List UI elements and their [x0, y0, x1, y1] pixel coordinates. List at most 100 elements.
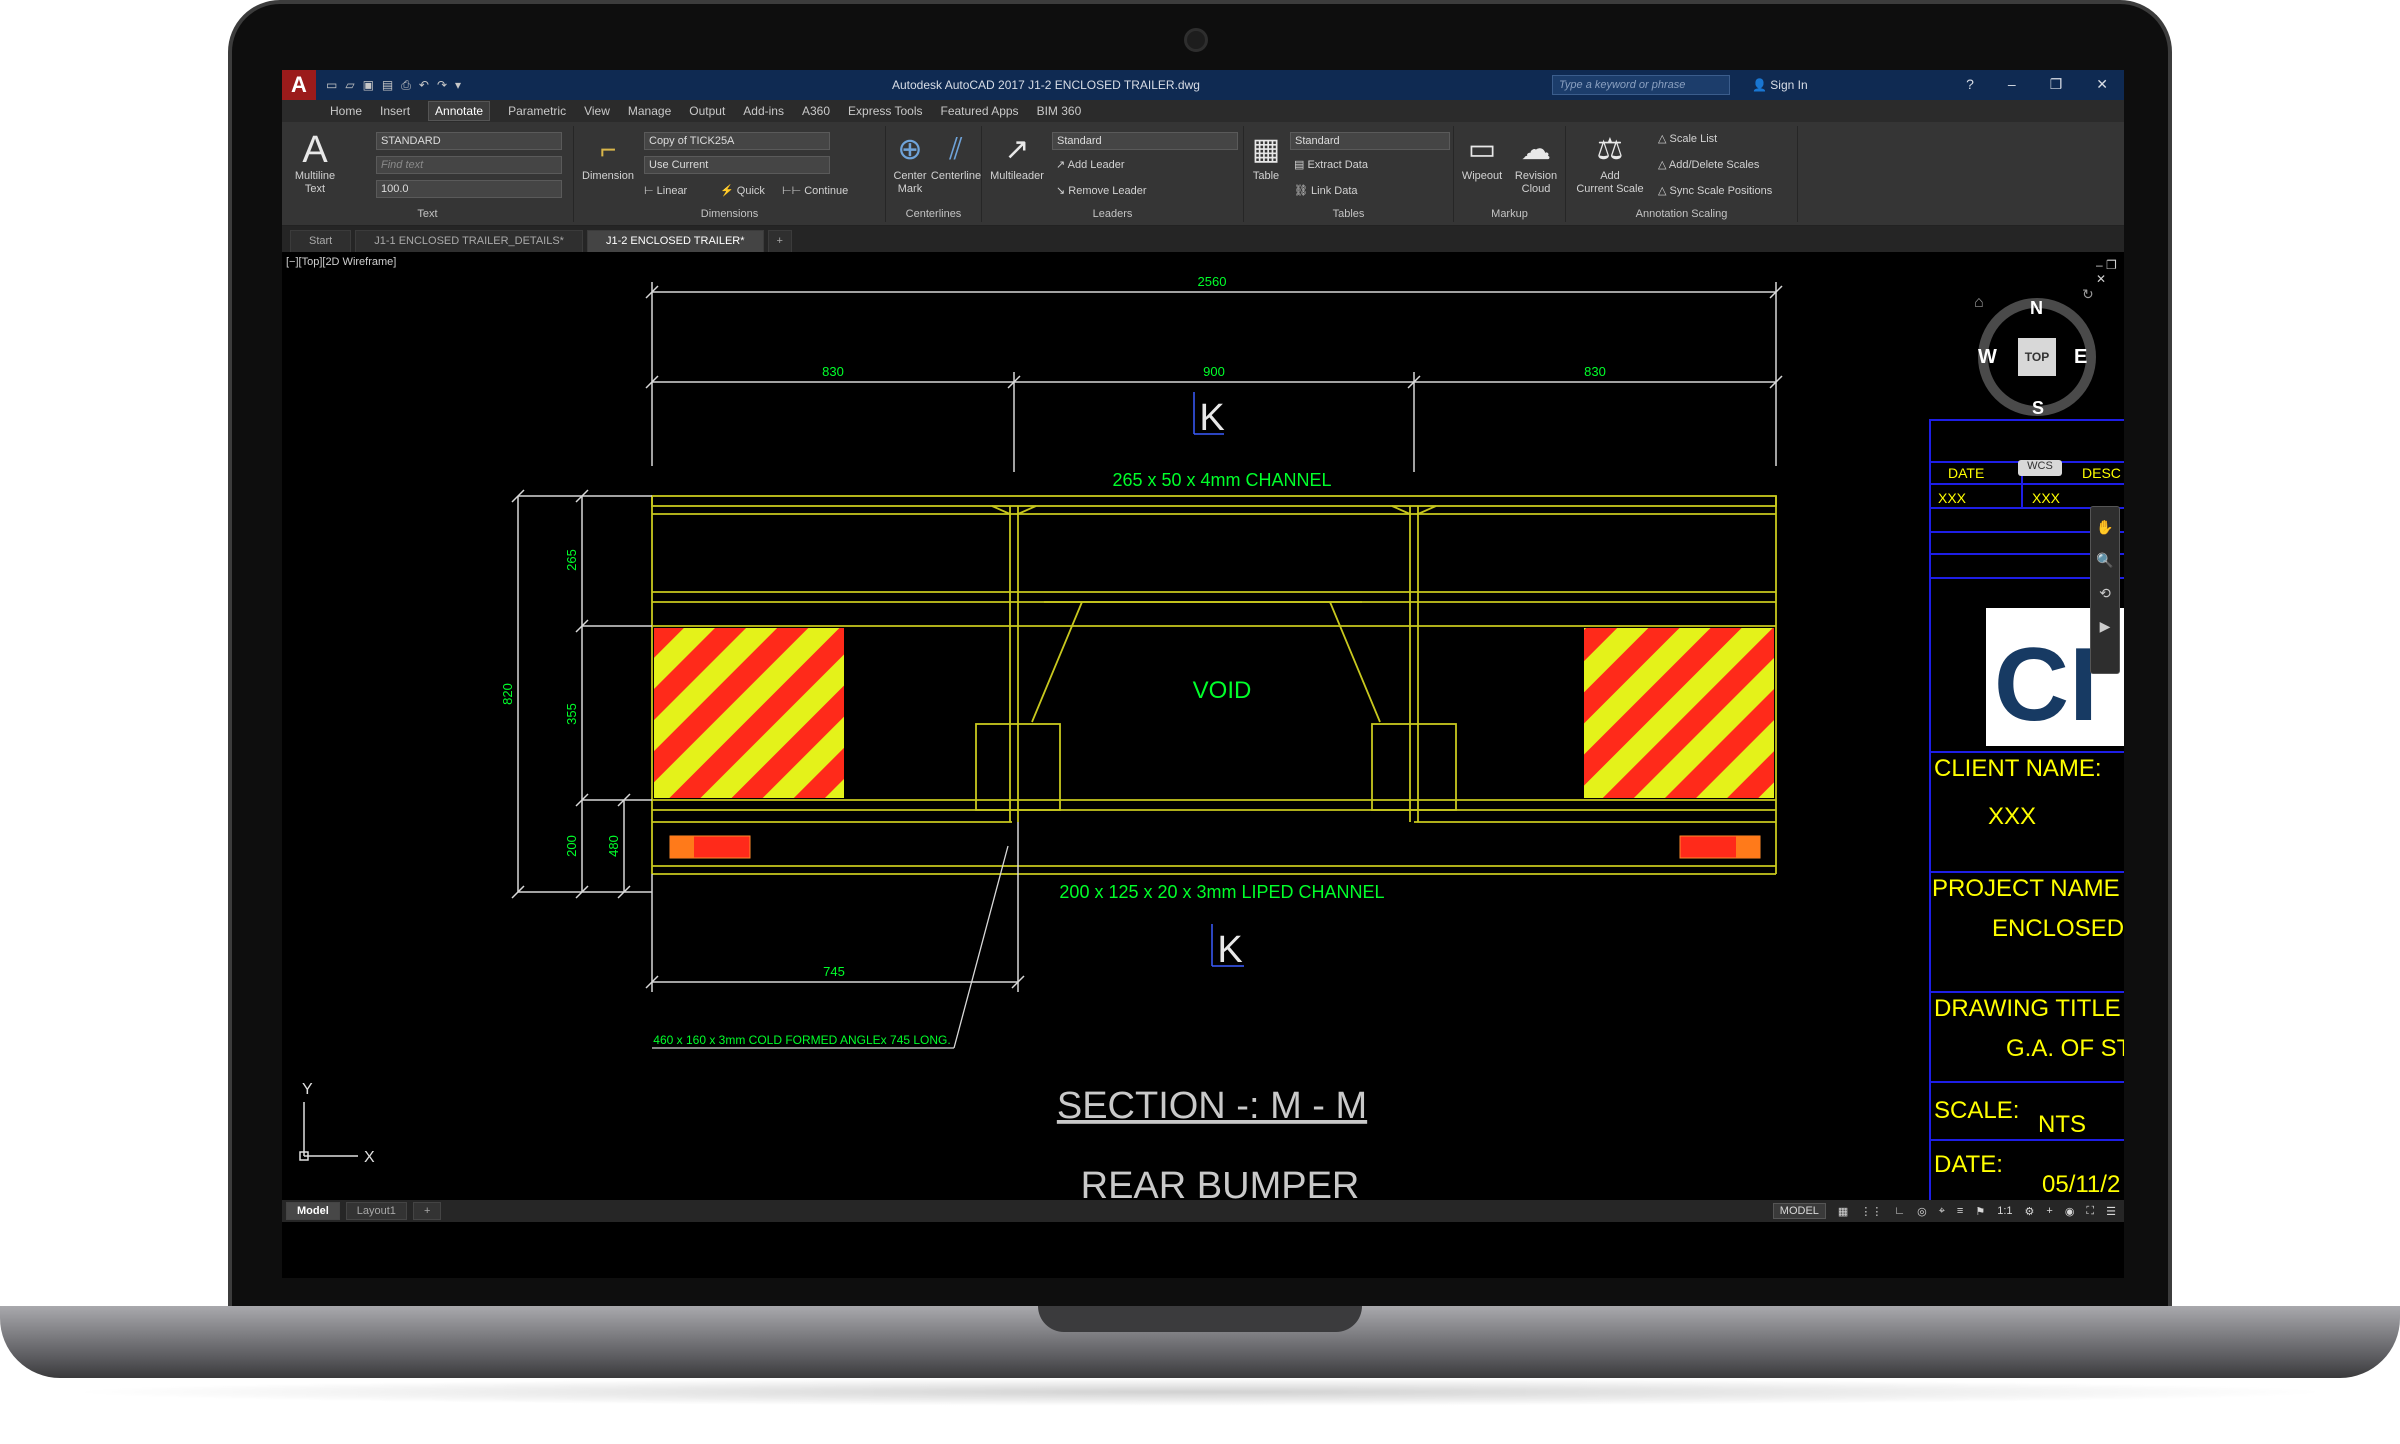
annotation-scaling-panel: ⚖ Add Current Scale △ Scale List △ Add/D… — [1566, 126, 1798, 222]
remove-leader-button[interactable]: ↘ Remove Leader — [1056, 184, 1147, 197]
tb-desc-header: DESC — [2082, 465, 2121, 481]
open-icon[interactable]: ▱ — [345, 78, 354, 93]
zoom-icon[interactable]: 🔍 — [2091, 552, 2119, 569]
add-scale-icon: ⚖ — [1596, 133, 1624, 166]
app-menu-button[interactable]: A — [282, 70, 316, 100]
doc-tab-start[interactable]: Start — [290, 230, 352, 252]
restore-icon[interactable]: ❐ — [2050, 76, 2063, 93]
centerline-button[interactable]: ⫽ Centerline — [930, 130, 982, 183]
centerlines-panel: ⊕ Center Mark ⫽ Centerline Centerlines — [886, 126, 982, 222]
tab-home[interactable]: Home — [330, 104, 362, 118]
sync-scale-positions-button[interactable]: △ Sync Scale Positions — [1658, 184, 1772, 197]
dim-layer-select[interactable]: Use Current — [644, 156, 830, 174]
table-style-select[interactable]: Standard — [1290, 132, 1450, 150]
wipeout-button[interactable]: ▭ Wipeout — [1458, 130, 1506, 183]
quick-button[interactable]: ⚡ Quick — [720, 184, 765, 197]
tab-bim360[interactable]: BIM 360 — [1037, 104, 1082, 118]
sign-in-button[interactable]: 👤 Sign In — [1752, 78, 1808, 92]
linear-icon: ⊢ — [644, 185, 657, 197]
doc-tab-enclosed-trailer[interactable]: J1-2 ENCLOSED TRAILER* — [586, 230, 764, 252]
doc-tab-details[interactable]: J1-1 ENCLOSED TRAILER_DETAILS* — [355, 230, 583, 252]
add-delete-scales-button[interactable]: △ Add/Delete Scales — [1658, 158, 1759, 171]
print-icon[interactable]: ⎙ — [401, 78, 411, 93]
pan-icon[interactable]: ✋ — [2091, 519, 2119, 536]
table-button[interactable]: ▦ Table — [1248, 130, 1284, 183]
text-panel-title[interactable]: Text — [282, 208, 573, 220]
viewcube-north[interactable]: N — [2030, 298, 2043, 319]
grid-icon[interactable]: ▦ — [1838, 1205, 1848, 1218]
viewcube-top-face[interactable]: TOP — [2018, 338, 2056, 376]
customize-status-icon[interactable]: ☰ — [2106, 1205, 2116, 1218]
add-current-scale-button[interactable]: ⚖ Add Current Scale — [1570, 130, 1650, 196]
polar-icon[interactable]: ◎ — [1917, 1205, 1927, 1218]
revision-cloud-button[interactable]: ☁ Revision Cloud — [1510, 130, 1562, 196]
viewcube-south[interactable]: S — [2032, 398, 2044, 419]
text-style-select[interactable]: STANDARD — [376, 132, 562, 150]
dim-style-select[interactable]: Copy of TICK25A — [644, 132, 830, 150]
link-data-button[interactable]: ⛓ Link Data — [1294, 184, 1358, 197]
multileader-button[interactable]: ↗ Multileader — [986, 130, 1048, 183]
tab-parametric[interactable]: Parametric — [508, 104, 566, 118]
leader-style-select[interactable]: Standard — [1052, 132, 1238, 150]
save-icon[interactable]: ▣ — [363, 78, 374, 93]
extract-data-button[interactable]: ▤ Extract Data — [1294, 158, 1368, 171]
dim-mid-text: 900 — [1203, 364, 1225, 379]
tab-manage[interactable]: Manage — [628, 104, 671, 118]
viewcube-east[interactable]: E — [2074, 346, 2087, 369]
leaders-panel-title[interactable]: Leaders — [982, 208, 1243, 220]
redo-icon[interactable]: ↷ — [437, 78, 447, 93]
fullscreen-icon[interactable]: ⛶ — [2086, 1205, 2094, 1218]
add-leader-button[interactable]: ↗ Add Leader — [1056, 158, 1125, 171]
text-height-input[interactable]: 100.0 — [376, 180, 562, 198]
linear-button[interactable]: ⊢ Linear — [644, 184, 687, 197]
osnap-icon[interactable]: ⌖ — [1939, 1205, 1945, 1218]
tab-model[interactable]: Model — [286, 1202, 340, 1220]
tab-view[interactable]: View — [584, 104, 610, 118]
showmotion-icon[interactable]: ▶ — [2091, 618, 2119, 635]
multiline-text-button[interactable]: A Multiline Text — [292, 130, 338, 196]
tab-featured-apps[interactable]: Featured Apps — [941, 104, 1019, 118]
tab-express-tools[interactable]: Express Tools — [848, 104, 922, 118]
new-icon[interactable]: ▭ — [326, 78, 337, 93]
scale-list-button[interactable]: △ Scale List — [1658, 132, 1717, 145]
close-icon[interactable]: ✕ — [2096, 76, 2108, 93]
customize-icon[interactable]: ▾ — [455, 78, 461, 93]
plus-icon[interactable]: + — [2046, 1205, 2052, 1217]
wipeout-label: Wipeout — [1461, 170, 1503, 182]
tab-output[interactable]: Output — [689, 104, 725, 118]
navigation-bar[interactable]: ✋ 🔍 ⟲ ▶ — [2090, 506, 2120, 674]
viewcube-west[interactable]: W — [1978, 346, 1997, 369]
model-space-toggle[interactable]: MODEL — [1772, 1203, 1826, 1219]
annotation-scale[interactable]: 1:1 — [1997, 1205, 2012, 1217]
dimensions-panel-title[interactable]: Dimensions — [574, 208, 885, 220]
snap-icon[interactable]: ⋮⋮ — [1860, 1205, 1882, 1218]
tab-addins[interactable]: Add-ins — [743, 104, 784, 118]
workspace-icon[interactable]: ⚙ — [2025, 1205, 2035, 1218]
dimension-button[interactable]: ⌐ Dimension — [580, 130, 636, 183]
new-tab-button[interactable]: + — [767, 230, 792, 252]
saveas-icon[interactable]: ▤ — [382, 78, 393, 93]
home-icon[interactable]: ⌂ — [1974, 294, 1984, 312]
orbit-icon[interactable]: ⟲ — [2091, 585, 2119, 602]
tab-layout1[interactable]: Layout1 — [345, 1202, 407, 1220]
wcs-menu[interactable]: WCS — [2018, 460, 2062, 476]
add-layout-button[interactable]: + — [412, 1202, 442, 1220]
tab-insert[interactable]: Insert — [380, 104, 410, 118]
tables-panel-title[interactable]: Tables — [1244, 208, 1453, 220]
continue-button[interactable]: ⊢⊢ Continue — [782, 184, 848, 197]
help-icon[interactable]: ? — [1966, 76, 1974, 93]
viewport-controls[interactable]: – ❐ ✕ — [2096, 258, 2124, 286]
lineweight-icon[interactable]: ≡ — [1957, 1205, 1963, 1217]
tab-a360[interactable]: A360 — [802, 104, 830, 118]
annotation-visibility-icon[interactable]: ⚑ — [1975, 1205, 1985, 1218]
rotate-icon[interactable]: ↻ — [2082, 286, 2094, 303]
hardware-accel-icon[interactable]: ◉ — [2065, 1205, 2075, 1218]
drawing-canvas[interactable]: [−][Top][2D Wireframe] 2560 830 900 830 … — [282, 252, 2124, 1200]
undo-icon[interactable]: ↶ — [419, 78, 429, 93]
ortho-icon[interactable]: ∟ — [1894, 1205, 1905, 1217]
find-text-input[interactable]: Find text — [376, 156, 562, 174]
minimize-icon[interactable]: – — [2008, 76, 2016, 93]
center-mark-button[interactable]: ⊕ Center Mark — [890, 130, 930, 196]
tab-annotate[interactable]: Annotate — [428, 101, 491, 121]
search-input[interactable]: Type a keyword or phrase — [1552, 75, 1730, 95]
